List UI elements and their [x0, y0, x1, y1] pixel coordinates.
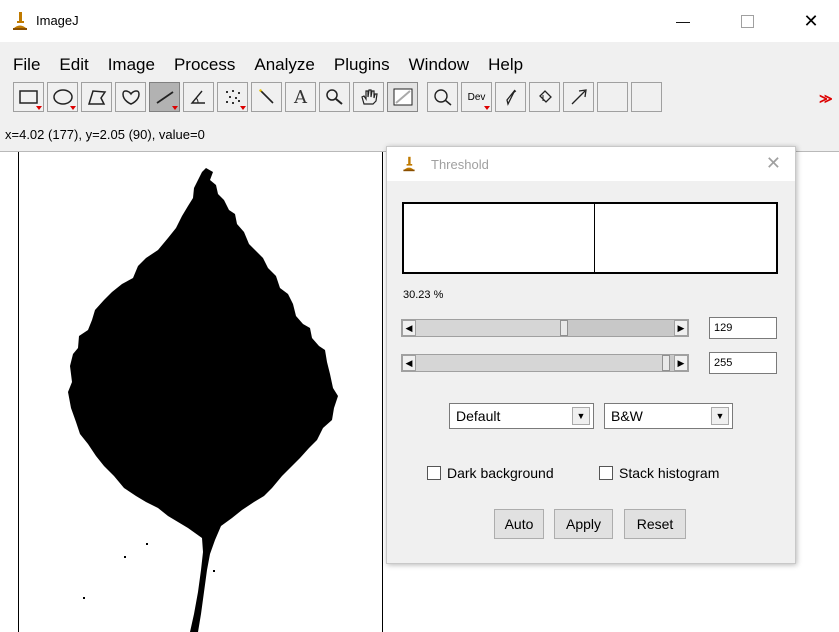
slider-left-arrow-icon[interactable]: ◀ — [402, 320, 416, 336]
submenu-indicator-icon — [70, 106, 76, 110]
dev-tool[interactable]: Dev — [461, 82, 492, 112]
wand-icon — [258, 89, 274, 104]
polygon-tool[interactable] — [81, 82, 112, 112]
slider-thumb[interactable] — [560, 320, 568, 336]
freehand-tool[interactable] — [115, 82, 146, 112]
empty-tool-slot[interactable] — [631, 82, 662, 112]
dark-background-checkbox[interactable] — [427, 466, 441, 480]
dark-background-label: Dark background — [447, 465, 554, 481]
line-icon — [155, 91, 174, 104]
chevron-down-icon: ▼ — [572, 407, 590, 425]
arrow-icon — [571, 89, 587, 105]
threshold-method-value: Default — [456, 408, 501, 424]
flood-fill-tool[interactable] — [529, 82, 560, 112]
min-threshold-field[interactable]: 129 — [709, 317, 777, 339]
status-readout: x=4.02 (177), y=2.05 (90), value=0 — [5, 127, 205, 142]
dialog-titlebar: Threshold ✕ — [387, 147, 795, 181]
threshold-method-select[interactable]: Default ▼ — [449, 403, 594, 429]
rectangle-icon — [18, 90, 38, 104]
menu-file[interactable]: File — [0, 51, 49, 79]
stack-histogram-option[interactable]: Stack histogram — [599, 465, 719, 481]
dialog-close-button[interactable]: ✕ — [766, 153, 781, 174]
threshold-percent: 30.23 % — [403, 289, 444, 301]
menu-analyze[interactable]: Analyze — [244, 51, 323, 79]
toolbar: A Dev — [13, 82, 665, 120]
slider-thumb[interactable] — [662, 355, 670, 371]
point-tool[interactable] — [217, 82, 248, 112]
display-mode-value: B&W — [611, 408, 643, 424]
threshold-marker — [594, 204, 595, 272]
submenu-indicator-icon — [484, 106, 490, 110]
zoom-tool[interactable] — [427, 82, 458, 112]
stack-histogram-label: Stack histogram — [619, 465, 720, 481]
microscope-icon — [13, 12, 27, 30]
maximize-button[interactable] — [724, 0, 770, 42]
min-threshold-slider[interactable]: ◀ ▶ — [401, 319, 689, 337]
menu-image[interactable]: Image — [98, 51, 164, 79]
imagej-main-window: ImageJ — ✕ File Edit Image Process Analy… — [0, 0, 839, 152]
submenu-indicator-icon — [240, 106, 246, 110]
color-picker-tool[interactable] — [387, 82, 418, 112]
window-title: ImageJ — [36, 13, 79, 28]
close-button[interactable]: ✕ — [788, 0, 834, 42]
dev-label: Dev — [467, 91, 486, 103]
menu-help[interactable]: Help — [478, 51, 532, 79]
more-tools-button[interactable]: ≫ — [819, 91, 833, 107]
line-tool[interactable] — [149, 82, 180, 112]
display-mode-select[interactable]: B&W ▼ — [604, 403, 733, 429]
brush-tool[interactable] — [495, 82, 526, 112]
submenu-indicator-icon — [36, 106, 42, 110]
leaf-image-canvas[interactable] — [18, 152, 383, 632]
threshold-dialog: Threshold ✕ 30.23 % ◀ ▶ 129 ◀ ▶ 255 Defa… — [386, 146, 796, 564]
empty-tool-slot[interactable] — [597, 82, 628, 112]
minimize-button[interactable]: — — [660, 0, 706, 42]
oval-tool[interactable] — [47, 82, 78, 112]
hand-icon — [360, 89, 378, 105]
slider-track — [416, 355, 662, 371]
stack-histogram-checkbox[interactable] — [599, 466, 613, 480]
apply-button[interactable]: Apply — [554, 509, 613, 539]
auto-button[interactable]: Auto — [494, 509, 544, 539]
threshold-histogram — [402, 202, 778, 274]
maximize-icon — [740, 14, 754, 28]
menu-process[interactable]: Process — [164, 51, 244, 79]
menu-edit[interactable]: Edit — [49, 51, 97, 79]
magnifier-tool[interactable] — [319, 82, 350, 112]
submenu-indicator-icon — [172, 106, 178, 110]
slider-right-arrow-icon[interactable]: ▶ — [674, 320, 688, 336]
slider-track — [416, 320, 560, 336]
slider-right-arrow-icon[interactable]: ▶ — [674, 355, 688, 371]
rectangle-tool[interactable] — [13, 82, 44, 112]
zoom-icon — [433, 89, 451, 106]
menu-plugins[interactable]: Plugins — [324, 51, 399, 79]
wand-tool[interactable] — [251, 82, 282, 112]
max-threshold-field[interactable]: 255 — [709, 352, 777, 374]
angle-icon — [190, 90, 205, 104]
oval-icon — [52, 89, 73, 105]
point-icon — [225, 90, 240, 104]
microscope-icon — [403, 156, 415, 172]
magnifier-icon — [325, 89, 343, 105]
dark-background-option[interactable]: Dark background — [427, 465, 554, 481]
titlebar: ImageJ — ✕ — [0, 0, 839, 42]
dialog-title: Threshold — [431, 157, 489, 172]
max-threshold-slider[interactable]: ◀ ▶ — [401, 354, 689, 372]
chevron-down-icon: ▼ — [711, 407, 729, 425]
menubar: File Edit Image Process Analyze Plugins … — [0, 51, 532, 79]
slider-left-arrow-icon[interactable]: ◀ — [402, 355, 416, 371]
freehand-icon — [121, 90, 140, 105]
flood-fill-icon — [538, 90, 552, 103]
text-tool[interactable]: A — [285, 82, 316, 112]
angle-tool[interactable] — [183, 82, 214, 112]
color-picker-icon — [393, 88, 412, 106]
reset-button[interactable]: Reset — [624, 509, 686, 539]
arrow-tool[interactable] — [563, 82, 594, 112]
polygon-icon — [87, 90, 106, 105]
hand-tool[interactable] — [353, 82, 384, 112]
brush-icon — [505, 89, 516, 106]
menu-window[interactable]: Window — [399, 51, 478, 79]
